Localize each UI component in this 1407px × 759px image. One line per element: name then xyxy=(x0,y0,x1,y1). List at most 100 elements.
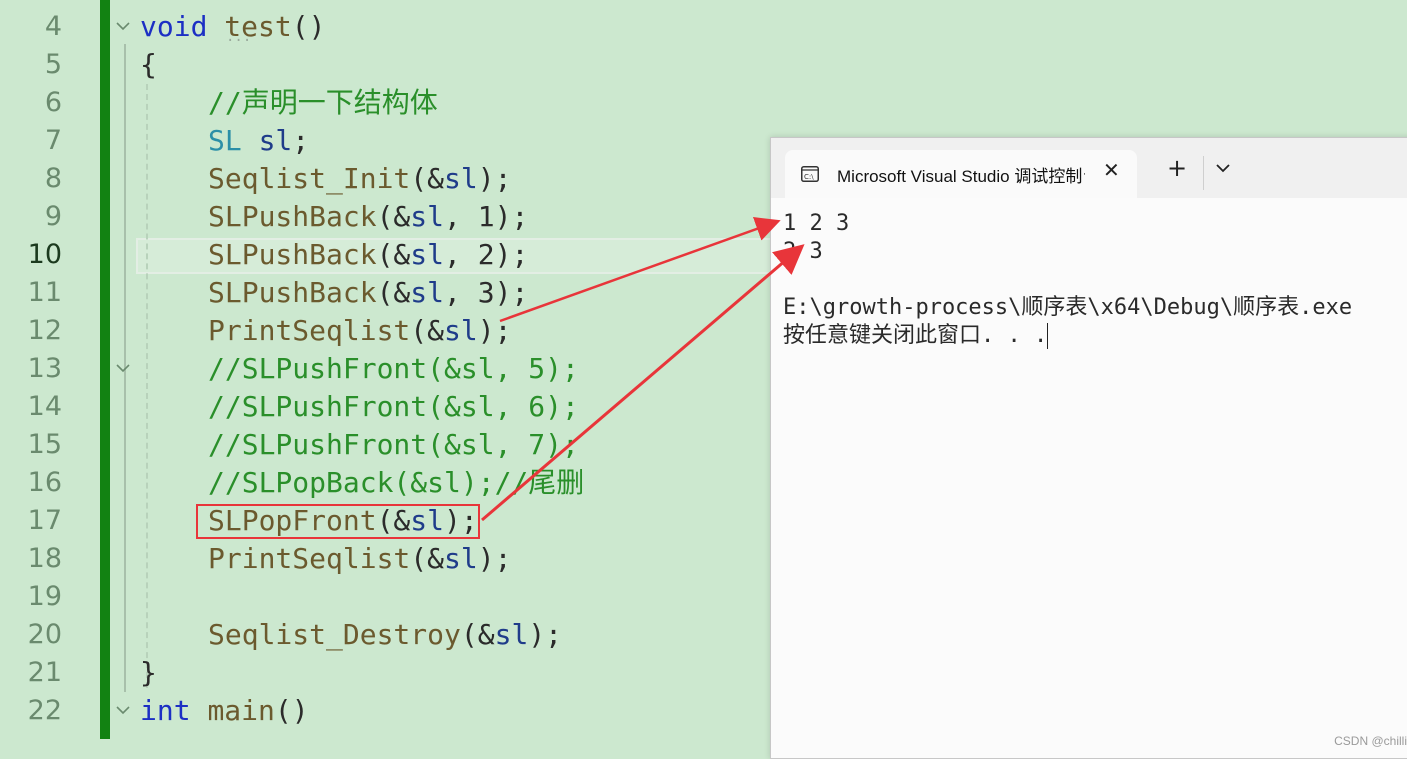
line-number: 11 xyxy=(27,277,62,308)
chevron-down-icon[interactable] xyxy=(1215,162,1231,174)
line-number: 7 xyxy=(44,125,62,156)
code-token: ); xyxy=(477,314,512,347)
code-token: //SLPopBack(&sl);//尾删 xyxy=(208,466,585,499)
line-number: 17 xyxy=(27,505,62,536)
code-text: //SLPopBack(&sl);//尾删 xyxy=(208,464,584,502)
console-window[interactable]: C:\ Microsoft Visual Studio 调试控制台 ✕ + 1 … xyxy=(770,137,1407,759)
code-line[interactable]: 5{ xyxy=(0,46,1407,84)
code-token: SL xyxy=(208,124,259,157)
watermark: CSDN @chilli q xyxy=(1334,734,1407,748)
line-number: 16 xyxy=(27,467,62,498)
code-text: PrintSeqlist(&sl); xyxy=(208,312,511,350)
code-token: ; xyxy=(292,124,310,157)
code-token: SLPushBack xyxy=(208,200,377,233)
code-text: SLPushBack(&sl, 2); xyxy=(208,236,528,274)
code-token: sl xyxy=(494,618,529,651)
code-token: test xyxy=(224,10,292,43)
code-token: sl xyxy=(444,314,478,347)
console-output[interactable]: 1 2 3 2 3 E:\growth-process\顺序表\x64\Debu… xyxy=(783,210,1352,350)
code-token: () xyxy=(274,694,309,727)
code-token: //SLPushFront(&sl, 7); xyxy=(208,428,579,461)
code-text: //声明一下结构体 xyxy=(208,84,438,122)
code-token: (& xyxy=(410,542,445,575)
titlebar-divider xyxy=(1203,156,1204,190)
code-token: , 3); xyxy=(444,276,529,309)
code-token: (& xyxy=(376,238,411,271)
line-number: 5 xyxy=(44,49,62,80)
code-text: //SLPushFront(&sl, 7); xyxy=(208,426,579,464)
code-token: ); xyxy=(477,162,512,195)
code-token: main xyxy=(207,694,275,727)
code-token: SLPushBack xyxy=(208,276,377,309)
code-token: sl xyxy=(444,542,478,575)
code-token: (& xyxy=(376,200,411,233)
fold-chevron-icon[interactable] xyxy=(116,361,130,375)
line-number: 8 xyxy=(44,163,62,194)
code-token: Seqlist_Destroy xyxy=(208,618,461,651)
console-tab-title: Microsoft Visual Studio 调试控制台 xyxy=(837,167,1085,186)
fold-chevron-icon[interactable] xyxy=(116,703,130,717)
text-cursor xyxy=(1047,323,1049,349)
line-number: 18 xyxy=(27,543,62,574)
code-token: } xyxy=(140,656,157,689)
code-token: SLPushBack xyxy=(208,238,377,271)
line-number: 21 xyxy=(27,657,62,688)
line-number: 15 xyxy=(27,429,62,460)
code-token: (& xyxy=(410,162,445,195)
code-text: SL sl; xyxy=(208,122,309,160)
line-number: 19 xyxy=(27,581,62,612)
code-token: ); xyxy=(477,542,512,575)
code-token: sl xyxy=(410,276,445,309)
line-number: 22 xyxy=(27,695,62,726)
code-token: sl xyxy=(444,162,478,195)
fold-chevron-icon[interactable] xyxy=(116,19,130,33)
highlight-box-slpopfront xyxy=(196,504,480,539)
line-number: 9 xyxy=(44,201,62,232)
code-token: , 1); xyxy=(444,200,529,233)
code-token: ); xyxy=(528,618,563,651)
output-line-1: 1 2 3 xyxy=(783,211,850,236)
code-token: (& xyxy=(410,314,445,347)
code-token: //声明一下结构体 xyxy=(208,86,438,119)
code-line[interactable]: 6 //声明一下结构体 xyxy=(0,84,1407,122)
console-titlebar: C:\ Microsoft Visual Studio 调试控制台 ✕ + xyxy=(771,138,1407,198)
code-text: //SLPushFront(&sl, 5); xyxy=(208,350,579,388)
code-text: int main() xyxy=(140,692,309,730)
code-token: , 2); xyxy=(444,238,529,271)
code-token: sl xyxy=(410,238,445,271)
line-number: 20 xyxy=(27,619,62,650)
code-token: { xyxy=(140,48,157,81)
code-text: PrintSeqlist(&sl); xyxy=(208,540,511,578)
code-text: Seqlist_Destroy(&sl); xyxy=(208,616,562,654)
output-line-4: E:\growth-process\顺序表\x64\Debug\顺序表.exe xyxy=(783,295,1353,320)
output-line-2: 2 3 xyxy=(783,239,823,264)
code-token: //SLPushFront(&sl, 5); xyxy=(208,352,579,385)
output-line-5: 按任意键关闭此窗口. . . xyxy=(783,323,1048,348)
new-tab-button[interactable]: + xyxy=(1167,156,1187,180)
code-token: () xyxy=(291,10,326,43)
line-number: 13 xyxy=(27,353,62,384)
code-text: void test() xyxy=(140,8,325,46)
code-text: { xyxy=(140,46,157,84)
line-number: 10 xyxy=(27,239,62,270)
terminal-icon: C:\ xyxy=(801,166,819,182)
code-text: } xyxy=(140,654,157,692)
code-line[interactable]: 4 void test() xyxy=(0,8,1407,46)
code-token: void xyxy=(140,10,225,43)
code-token: Seqlist_Init xyxy=(208,162,411,195)
line-number: 14 xyxy=(27,391,62,422)
svg-text:C:\: C:\ xyxy=(804,173,814,181)
code-token: int xyxy=(140,694,208,727)
code-token: PrintSeqlist xyxy=(208,542,411,575)
code-text: Seqlist_Init(&sl); xyxy=(208,160,511,198)
code-token: PrintSeqlist xyxy=(208,314,411,347)
code-token: //SLPushFront(&sl, 6); xyxy=(208,390,579,423)
line-number: 6 xyxy=(44,87,62,118)
code-token: (& xyxy=(376,276,411,309)
code-token: (& xyxy=(460,618,495,651)
console-tab[interactable]: C:\ Microsoft Visual Studio 调试控制台 ✕ xyxy=(785,150,1137,198)
close-tab-button[interactable]: ✕ xyxy=(1103,158,1120,182)
line-number: 12 xyxy=(27,315,62,346)
code-token: sl xyxy=(258,124,293,157)
code-text: //SLPushFront(&sl, 6); xyxy=(208,388,579,426)
